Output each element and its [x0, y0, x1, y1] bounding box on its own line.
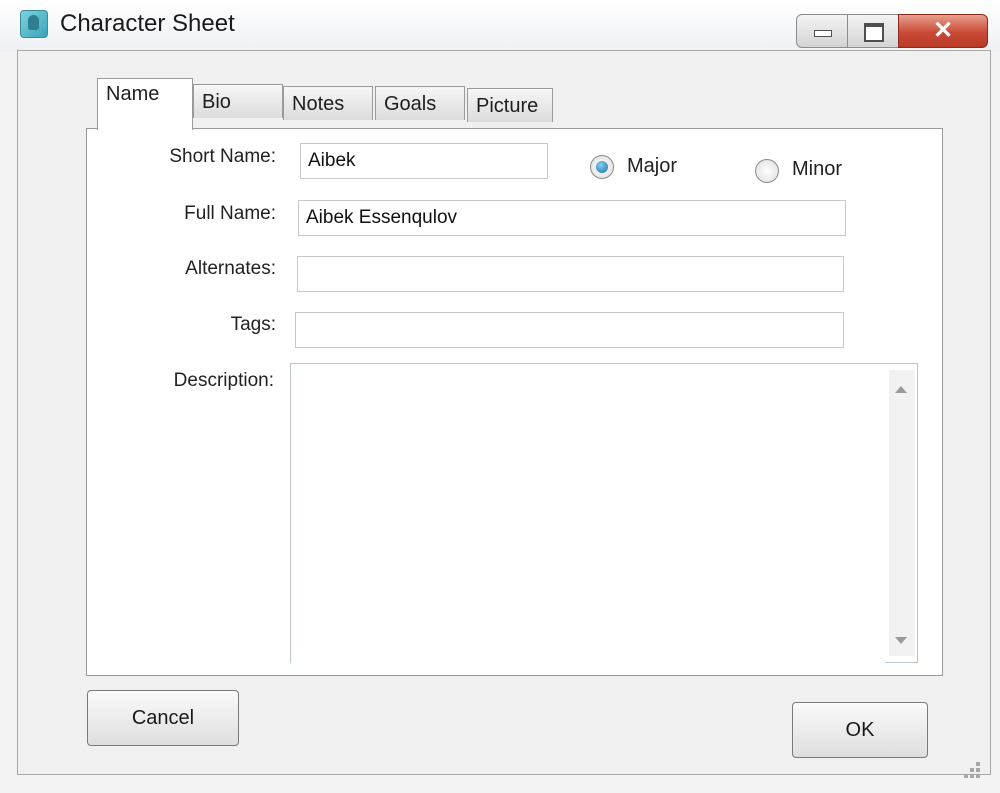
- character-icon: [20, 10, 48, 38]
- description-box: [290, 363, 918, 664]
- alternates-field[interactable]: [297, 256, 844, 292]
- description-label: Description:: [173, 370, 274, 391]
- close-icon: ✕: [932, 17, 954, 44]
- minor-radio-label[interactable]: Minor: [792, 158, 842, 181]
- resize-grip-icon[interactable]: [958, 760, 982, 784]
- short-name-label: Short Name:: [169, 146, 276, 167]
- minor-radio[interactable]: [755, 159, 779, 183]
- tab-notes[interactable]: Notes: [283, 86, 373, 120]
- close-button[interactable]: ✕: [898, 14, 988, 48]
- full-name-label: Full Name:: [184, 203, 276, 224]
- scroll-down-icon[interactable]: [895, 637, 907, 644]
- minimize-icon: [814, 30, 832, 37]
- description-textarea[interactable]: [291, 364, 885, 664]
- alternates-label: Alternates:: [185, 258, 276, 279]
- ok-button[interactable]: OK: [792, 702, 928, 758]
- maximize-icon: [864, 23, 884, 42]
- full-name-field[interactable]: [298, 200, 846, 236]
- character-sheet-window: Character Sheet ✕ Name Bio Notes Goals P…: [0, 0, 1000, 793]
- tab-bio[interactable]: Bio: [193, 84, 283, 118]
- minimize-button[interactable]: [796, 14, 848, 48]
- tab-name[interactable]: Name: [97, 78, 193, 130]
- scroll-up-icon[interactable]: [895, 386, 907, 393]
- maximize-button[interactable]: [847, 14, 899, 48]
- tags-label: Tags:: [230, 314, 276, 335]
- major-radio[interactable]: [590, 155, 614, 179]
- tags-field[interactable]: [295, 312, 844, 348]
- tab-goals[interactable]: Goals: [375, 86, 465, 120]
- tab-picture[interactable]: Picture: [467, 88, 553, 122]
- title-bar[interactable]: Character Sheet ✕: [0, 0, 1000, 52]
- window-title: Character Sheet: [60, 10, 235, 37]
- description-scrollbar[interactable]: [889, 370, 915, 656]
- short-name-field[interactable]: [300, 143, 548, 179]
- cancel-button[interactable]: Cancel: [87, 690, 239, 746]
- major-radio-label[interactable]: Major: [627, 155, 677, 178]
